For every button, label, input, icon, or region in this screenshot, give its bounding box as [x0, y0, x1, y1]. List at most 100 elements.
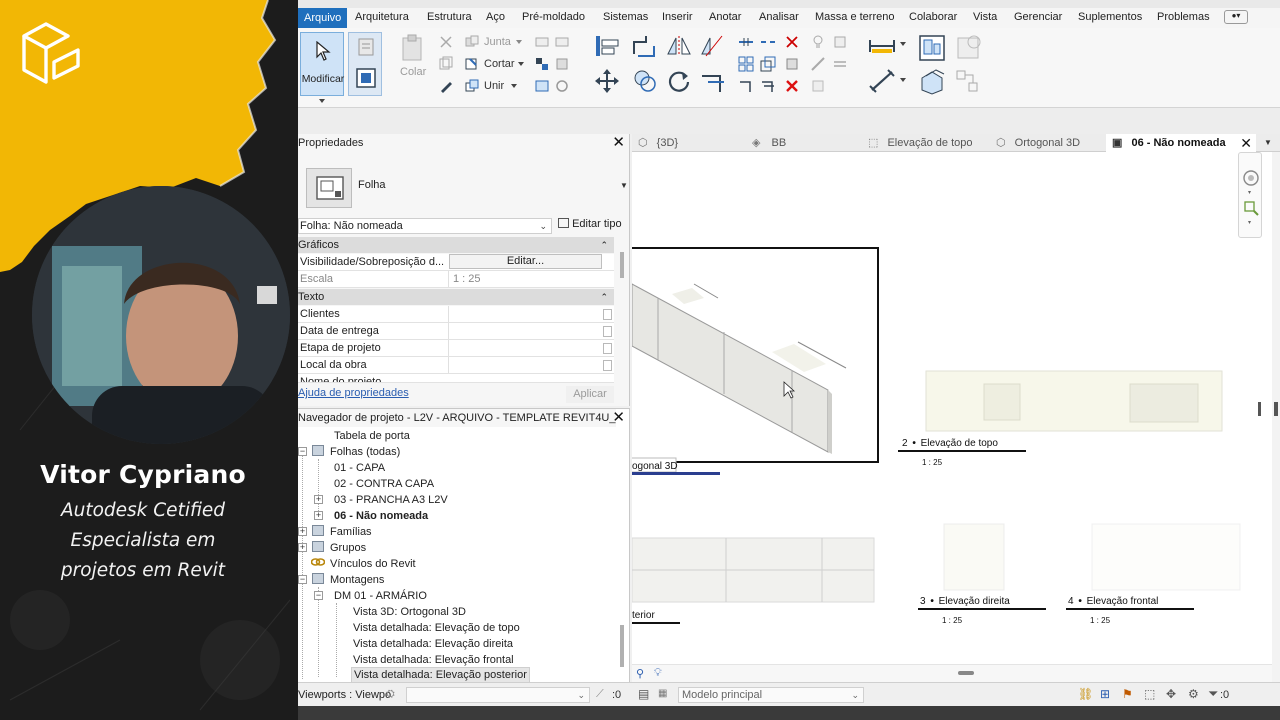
chevron-down-icon[interactable] [516, 40, 522, 45]
scroll-thumb[interactable] [1274, 402, 1278, 416]
pin-icon[interactable] [784, 56, 800, 72]
property-checkbox[interactable] [603, 326, 612, 337]
property-value[interactable] [448, 340, 604, 356]
collapse-icon[interactable]: ⌃ [600, 237, 608, 253]
tab-estrutura[interactable]: Estrutura [427, 11, 472, 23]
tree-item-view[interactable]: Vista 3D: Ortogonal 3D [353, 604, 466, 620]
viewport-title[interactable]: 4 • Elevação frontal [1068, 596, 1158, 607]
lightbulb-icon[interactable]: 💡︎ [654, 667, 662, 680]
split-face-icon[interactable] [554, 34, 570, 50]
edit-visibility-button[interactable]: Editar... [449, 254, 602, 269]
group-header-text[interactable]: Texto ⌃ [298, 289, 614, 305]
view-tab[interactable]: ⬚ Elevação de topo [868, 134, 972, 152]
copy-icon[interactable] [438, 56, 454, 72]
property-value[interactable]: 1 : 25 [448, 271, 604, 287]
match-properties-icon[interactable] [438, 78, 454, 94]
create-group-icon[interactable] [918, 68, 946, 96]
dimension-icon[interactable] [868, 68, 896, 94]
collapse-icon[interactable]: ⌃ [600, 289, 608, 305]
tree-item-groups[interactable]: Grupos [330, 540, 366, 556]
cut-label[interactable]: Cortar [484, 58, 515, 70]
paste-icon[interactable] [400, 34, 424, 62]
tab-arquivo[interactable]: Arquivo [298, 8, 348, 28]
properties-help-link[interactable]: Ajuda de propriedades [298, 387, 409, 399]
delete-icon[interactable] [784, 78, 800, 94]
chevron-down-icon[interactable]: ▾ [1248, 189, 1251, 196]
collapse-toggle[interactable]: − [314, 591, 323, 600]
hide-element-icon[interactable] [832, 56, 848, 72]
collapse-toggle[interactable]: − [298, 575, 307, 584]
tab-suplementos[interactable]: Suplementos [1078, 11, 1142, 23]
horizontal-scroll-thumb[interactable] [958, 671, 974, 675]
cut-scissors-icon[interactable] [438, 34, 454, 50]
sheet-canvas[interactable]: ogonal 3D terior 2 • Elevação de topo 1 … [632, 152, 1272, 682]
zoom-icon[interactable] [1242, 199, 1260, 217]
split-with-gap-icon[interactable] [760, 34, 776, 50]
viewport-title[interactable]: 3 • Elevação direita [920, 596, 1010, 607]
chevron-down-icon[interactable] [900, 78, 906, 83]
editable-only-icon[interactable]: ⟋ [596, 688, 604, 701]
move-icon[interactable] [594, 68, 620, 94]
tree-item-families[interactable]: Famílias [330, 524, 372, 540]
split-element-icon[interactable] [738, 34, 754, 50]
tab-massa-e-terreno[interactable]: Massa e terreno [815, 11, 894, 23]
tree-item-view[interactable]: Vista detalhada: Elevação frontal [353, 652, 514, 668]
view-tab-active[interactable]: ▣ 06 - Não nomeada ✕ [1106, 134, 1256, 152]
wall-joins-icon[interactable] [534, 34, 550, 50]
tree-item-assemblies[interactable]: Montagens [330, 572, 384, 588]
mirror-pick-axis-icon[interactable] [666, 34, 692, 58]
view-tab[interactable]: ⬡ Ortogonal 3D [996, 134, 1080, 152]
array-icon[interactable] [738, 56, 754, 72]
tab-problemas[interactable]: Problemas [1157, 11, 1210, 23]
tab-arquitetura[interactable]: Arquitetura [355, 11, 409, 23]
group-header-graphics[interactable]: Gráficos ⌃ [298, 237, 614, 253]
property-checkbox[interactable] [603, 309, 612, 320]
tab-colaborar[interactable]: Colaborar [909, 11, 957, 23]
property-checkbox[interactable] [603, 360, 612, 371]
property-value[interactable] [448, 323, 604, 339]
view-range-icon[interactable] [810, 78, 826, 94]
property-value[interactable] [448, 306, 604, 322]
create-similar-icon[interactable] [954, 68, 982, 96]
expand-toggle[interactable]: + [314, 511, 323, 520]
tab-gerenciar[interactable]: Gerenciar [1014, 11, 1062, 23]
chevron-down-icon[interactable] [319, 98, 325, 104]
tab-inserir[interactable]: Inserir [662, 11, 693, 23]
tab-pre-moldado[interactable]: Pré-moldado [522, 11, 585, 23]
view-tab[interactable]: ◈ BB [752, 134, 786, 152]
vertical-scrollbar[interactable] [1272, 152, 1280, 682]
rotate-icon[interactable] [666, 68, 692, 94]
close-icon[interactable]: ✕ [612, 135, 625, 151]
edit-type-button[interactable]: Editar tipo [558, 218, 622, 230]
tree-item[interactable]: 03 - PRANCHA A3 L2V [334, 492, 448, 508]
align-icon[interactable] [594, 34, 620, 58]
design-option-icon[interactable]: ▦ [658, 688, 667, 699]
filter-icon[interactable]: ⏷ [1208, 686, 1218, 702]
override-graphics-icon[interactable] [832, 34, 848, 50]
tree-item-revit-links[interactable]: Vínculos do Revit [330, 556, 416, 572]
bulb-icon[interactable] [810, 34, 826, 50]
linework-icon[interactable] [810, 56, 826, 72]
tab-aco[interactable]: Aço [486, 11, 505, 23]
chevron-down-icon[interactable]: ▾ [1248, 219, 1251, 226]
join-geometry-icon[interactable] [464, 34, 480, 50]
browser-scrollbar[interactable] [620, 625, 624, 667]
unpin-icon[interactable] [784, 34, 800, 50]
scale-icon[interactable] [760, 56, 776, 72]
chevron-down-icon[interactable] [900, 42, 906, 47]
select-panel-button[interactable] [348, 32, 382, 96]
apply-button[interactable]: Aplicar [566, 386, 614, 403]
wall-profile-icon[interactable] [554, 78, 570, 94]
close-icon[interactable]: ✕ [1240, 134, 1252, 152]
remove-paint-icon[interactable] [554, 56, 570, 72]
tree-item[interactable]: 02 - CONTRA CAPA [334, 476, 434, 492]
select-links-icon[interactable]: ⛓︎ [1078, 687, 1093, 701]
select-underlay-icon[interactable]: ⊞ [1100, 687, 1110, 701]
unite-icon[interactable] [464, 78, 480, 94]
tree-item-view[interactable]: Vista detalhada: Elevação de topo [353, 620, 520, 636]
workset-select[interactable]: ⌄ [406, 687, 590, 703]
join-label[interactable]: Junta [484, 36, 511, 48]
paint-icon[interactable] [534, 56, 550, 72]
property-checkbox[interactable] [603, 343, 612, 354]
expand-toggle[interactable]: + [298, 527, 307, 536]
